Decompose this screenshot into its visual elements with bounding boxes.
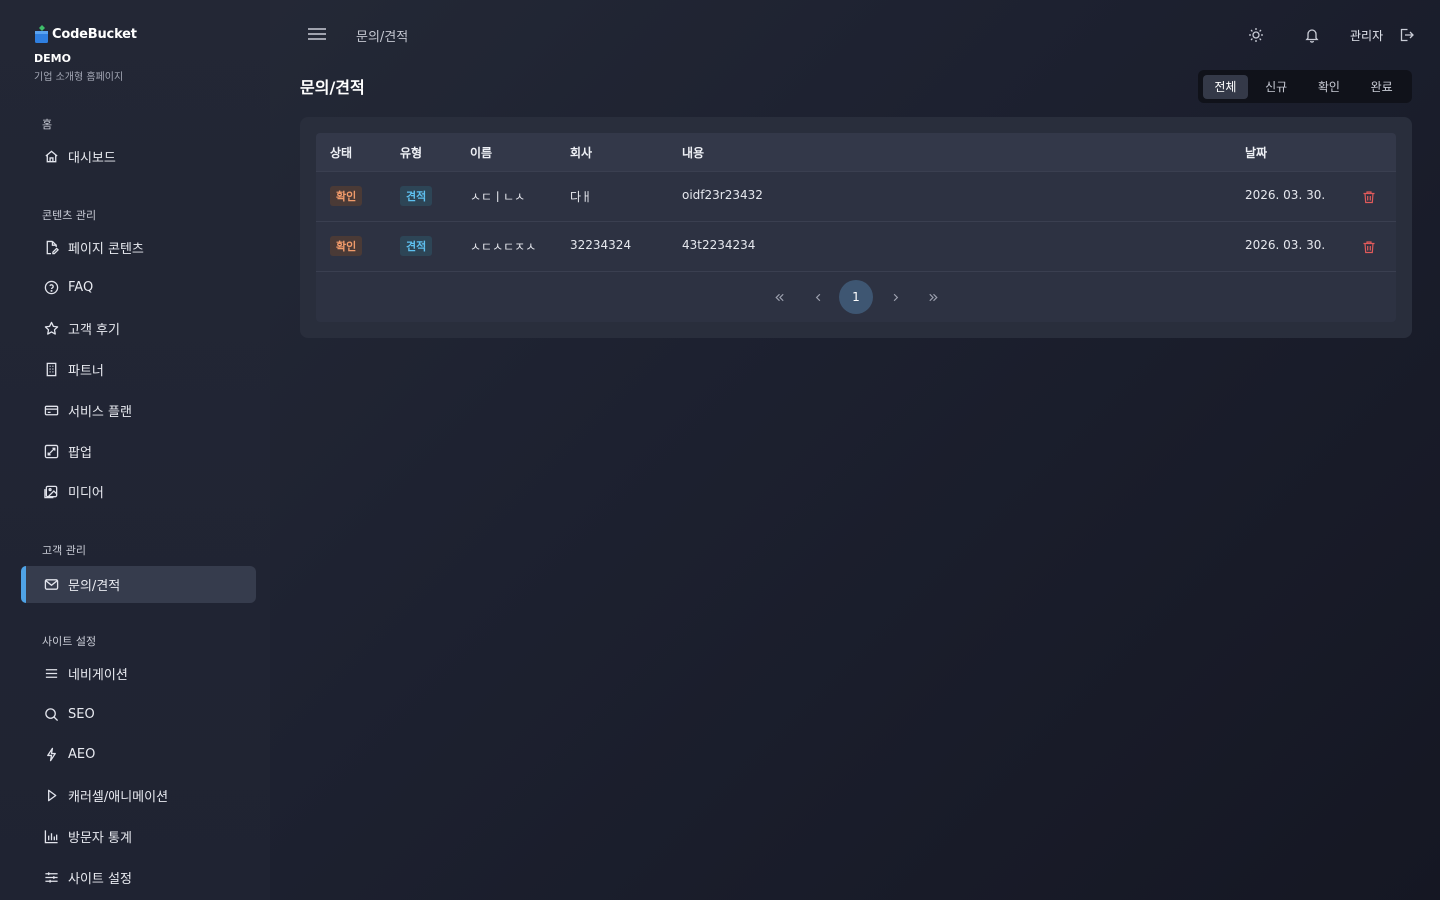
trash-icon[interactable] [1362, 190, 1376, 204]
sidebar-item-label: AEO [68, 747, 96, 762]
sidebar-item-label: 방문자 통계 [68, 831, 132, 846]
column-company: 회사 [570, 146, 593, 160]
sidebar-item-seo[interactable]: SEO [21, 696, 256, 733]
bolt-icon [44, 747, 59, 762]
brand-logo[interactable]: CodeBucket [34, 24, 137, 44]
filter-new[interactable]: 신규 [1250, 75, 1303, 99]
cell-content: oidf23r23432 [682, 188, 763, 202]
prev-page-button[interactable] [801, 280, 835, 314]
section-label-content: 콘텐츠 관리 [42, 209, 97, 222]
sidebar-item-label: 대시보드 [68, 151, 116, 166]
brand-description: 기업 소개형 홈페이지 [34, 72, 124, 83]
menu-icon [44, 666, 59, 681]
table-header: 상태 유형 이름 회사 내용 날짜 [316, 133, 1396, 171]
column-content: 내용 [682, 146, 705, 160]
sidebar-item-service-plan[interactable]: 서비스 플랜 [21, 392, 256, 429]
last-page-button[interactable] [916, 280, 950, 314]
bell-icon[interactable] [1304, 27, 1320, 43]
sidebar-item-carousel[interactable]: 캐러셀/애니메이션 [21, 777, 256, 814]
column-status: 상태 [330, 146, 353, 160]
type-badge: 견적 [400, 186, 433, 206]
section-label-home: 홈 [42, 118, 53, 131]
sidebar-item-label: FAQ [68, 280, 94, 295]
sidebar-item-label: 파트너 [68, 364, 104, 379]
brand-edition: DEMO [34, 52, 71, 65]
filter-completed[interactable]: 완료 [1355, 75, 1408, 99]
sun-icon[interactable] [1248, 27, 1264, 43]
question-circle-icon [44, 280, 59, 295]
sidebar-item-aeo[interactable]: AEO [21, 736, 256, 773]
sidebar-item-popup[interactable]: 팝업 [21, 433, 256, 470]
sidebar-item-page-content[interactable]: 페이지 콘텐츠 [21, 229, 256, 266]
brand-name: CodeBucket [52, 26, 137, 42]
sidebar-item-label: 고객 후기 [68, 323, 120, 338]
cell-company: 다ㅐ [570, 190, 593, 204]
brand-logo-icon [34, 24, 49, 44]
star-icon [44, 321, 59, 336]
building-icon [44, 362, 59, 377]
sidebar-item-faq[interactable]: FAQ [21, 269, 256, 306]
cell-date: 2026. 03. 30. [1245, 238, 1326, 252]
inquiries-table: 상태 유형 이름 회사 내용 날짜 확인 견적 ㅅㄷㅣㄴㅅ 다ㅐ oidf23r… [316, 133, 1396, 322]
first-page-button[interactable] [762, 280, 796, 314]
page-title: 문의/견적 [300, 78, 365, 97]
status-badge: 확인 [330, 236, 363, 256]
logout-icon[interactable] [1398, 27, 1414, 43]
hamburger-menu-icon[interactable] [307, 26, 327, 42]
sidebar-item-label: 네비게이션 [68, 668, 128, 683]
bar-chart-icon [44, 829, 59, 844]
section-label-site-settings: 사이트 설정 [42, 635, 97, 648]
cell-date: 2026. 03. 30. [1245, 188, 1326, 202]
sidebar-item-label: 페이지 콘텐츠 [68, 242, 144, 257]
inquiries-card: 상태 유형 이름 회사 내용 날짜 확인 견적 ㅅㄷㅣㄴㅅ 다ㅐ oidf23r… [300, 117, 1412, 338]
sidebar-item-label: 사이트 설정 [68, 872, 132, 887]
sidebar: CodeBucket DEMO 기업 소개형 홈페이지 홈 대시보드 콘텐츠 관… [0, 0, 270, 900]
popup-icon [44, 444, 59, 459]
column-date: 날짜 [1245, 146, 1268, 160]
table-row[interactable]: 확인 견적 ㅅㄷㅣㄴㅅ 다ㅐ oidf23r23432 2026. 03. 30… [316, 171, 1396, 221]
home-icon [44, 149, 59, 164]
sidebar-item-visitor-stats[interactable]: 방문자 통계 [21, 818, 256, 855]
sliders-icon [44, 870, 59, 885]
sidebar-item-label: 미디어 [68, 486, 104, 501]
file-edit-icon [44, 240, 59, 255]
search-icon [44, 707, 59, 722]
cell-content: 43t2234234 [682, 238, 756, 252]
type-badge: 견적 [400, 236, 433, 256]
mail-icon [44, 577, 59, 592]
sidebar-item-label: SEO [68, 707, 95, 722]
sidebar-item-site-settings[interactable]: 사이트 설정 [21, 859, 256, 896]
section-label-customers: 고객 관리 [42, 544, 86, 557]
page-number-button[interactable]: 1 [839, 280, 873, 314]
sidebar-item-media[interactable]: 미디어 [21, 473, 256, 510]
breadcrumb: 문의/견적 [356, 30, 409, 45]
filter-confirmed[interactable]: 확인 [1303, 75, 1356, 99]
sidebar-item-label: 문의/견적 [68, 579, 121, 594]
sidebar-item-reviews[interactable]: 고객 후기 [21, 310, 256, 347]
status-badge: 확인 [330, 186, 363, 206]
trash-icon[interactable] [1362, 240, 1376, 254]
sidebar-item-partners[interactable]: 파트너 [21, 351, 256, 388]
cell-name: ㅅㄷㅣㄴㅅ [470, 190, 526, 204]
image-icon [44, 484, 59, 499]
column-type: 유형 [400, 146, 423, 160]
next-page-button[interactable] [878, 280, 912, 314]
table-row[interactable]: 확인 견적 ㅅㄷㅅㄷㅈㅅ 32234324 43t2234234 2026. 0… [316, 221, 1396, 271]
column-name: 이름 [470, 146, 493, 160]
cell-company: 32234324 [570, 238, 632, 252]
user-name[interactable]: 관리자 [1350, 27, 1383, 44]
status-filter-tabs: 전체 신규 확인 완료 [1198, 70, 1412, 103]
sidebar-item-dashboard[interactable]: 대시보드 [21, 138, 256, 175]
credit-card-icon [44, 403, 59, 418]
sidebar-item-label: 서비스 플랜 [68, 405, 132, 420]
pagination: 1 [316, 271, 1396, 322]
sidebar-item-navigation[interactable]: 네비게이션 [21, 655, 256, 692]
cell-name: ㅅㄷㅅㄷㅈㅅ [470, 240, 537, 254]
sidebar-item-label: 캐러셀/애니메이션 [68, 790, 169, 805]
filter-all[interactable]: 전체 [1203, 74, 1248, 99]
play-icon [44, 788, 59, 803]
sidebar-item-label: 팝업 [68, 446, 92, 461]
sidebar-item-inquiries[interactable]: 문의/견적 [21, 566, 256, 603]
